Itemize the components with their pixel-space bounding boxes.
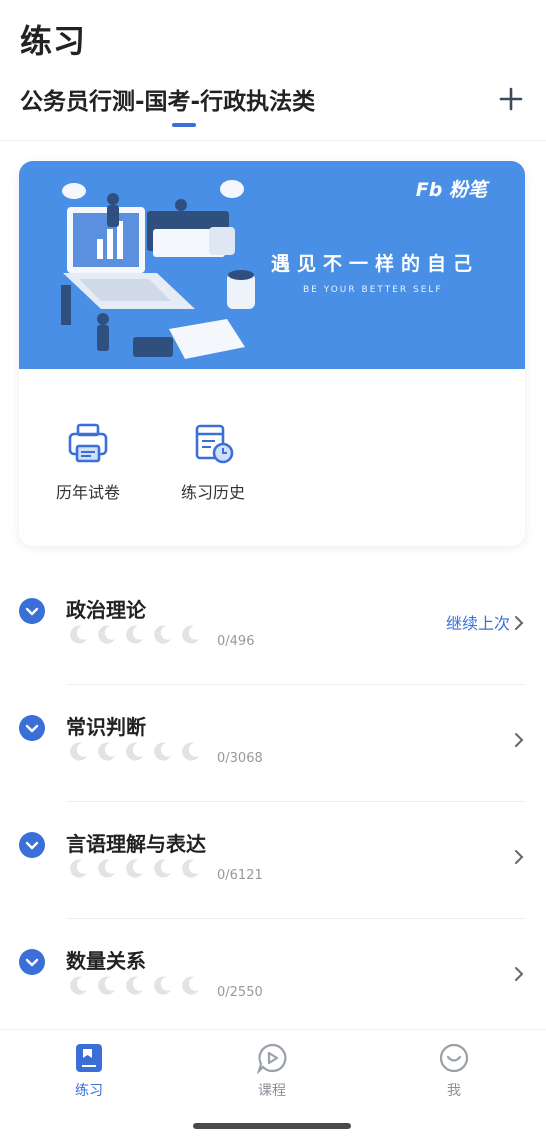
divider (66, 684, 526, 685)
moon-icon (154, 859, 171, 878)
expand-icon[interactable] (19, 598, 45, 624)
moon-icon (182, 742, 199, 761)
section-item[interactable]: 言语理解与表达 0/6121 (0, 832, 546, 949)
moon-icon (98, 976, 115, 995)
brand-logo: Fb 粉笔 (415, 179, 487, 201)
banner-subtitle: BE YOUR BETTER SELF (303, 285, 443, 295)
tab-label: 我 (447, 1083, 461, 1099)
chevron-right-icon[interactable] (512, 731, 526, 749)
moon-icon (70, 859, 87, 878)
history-icon (195, 424, 234, 464)
tab-me[interactable]: 我 (404, 1042, 504, 1100)
tab-courses[interactable]: 课程 (222, 1042, 322, 1100)
divider (66, 918, 526, 919)
moon-icon (70, 976, 87, 995)
progress-moons (67, 858, 207, 880)
progress-moons (67, 741, 207, 763)
printer-icon (68, 423, 108, 463)
moon-icon (70, 625, 87, 644)
practice-card: Fb 粉笔 遇见不一样的自己 BE YOUR BETTER SELF 历年试卷 … (19, 161, 525, 546)
tab-practice[interactable]: 练习 (39, 1042, 139, 1100)
moon-icon (154, 976, 171, 995)
banner-illustration (61, 180, 255, 359)
progress-moons (67, 975, 207, 997)
tab-label: 课程 (258, 1083, 286, 1099)
chevron-right-icon[interactable] (512, 848, 526, 866)
tab-label: 练习 (75, 1083, 103, 1099)
subject-underline (172, 123, 196, 127)
expand-icon[interactable] (19, 832, 45, 858)
moon-icon (126, 625, 143, 644)
moon-icon (154, 625, 171, 644)
page-title: 练习 (20, 22, 87, 60)
question-count: 0/3068 (217, 751, 263, 766)
moon-icon (182, 859, 199, 878)
moon-icon (98, 859, 115, 878)
moon-icon (98, 625, 115, 644)
divider (66, 801, 526, 802)
smile-icon (439, 1043, 469, 1073)
continue-link[interactable]: 继续上次 (446, 610, 510, 634)
moon-icon (182, 976, 199, 995)
quick-action-history[interactable]: 练习历史 (163, 421, 263, 503)
quick-action-past-papers[interactable]: 历年试卷 (38, 421, 138, 503)
section-title: 常识判断 (66, 715, 146, 739)
question-count: 0/6121 (217, 868, 263, 883)
expand-icon[interactable] (19, 949, 45, 975)
moon-icon (126, 742, 143, 761)
quick-action-label: 历年试卷 (55, 483, 120, 502)
add-icon[interactable] (494, 82, 528, 116)
question-count: 0/496 (217, 634, 255, 649)
section-title: 数量关系 (66, 949, 146, 973)
quick-action-label: 练习历史 (180, 483, 245, 502)
book-icon (76, 1044, 102, 1072)
section-title: 政治理论 (66, 598, 146, 622)
moon-icon (126, 859, 143, 878)
moon-icon (154, 742, 171, 761)
progress-moons (67, 624, 207, 646)
moon-icon (98, 742, 115, 761)
section-item[interactable]: 常识判断 0/3068 (0, 715, 546, 832)
section-title: 言语理解与表达 (66, 832, 206, 856)
chevron-right-icon[interactable] (512, 965, 526, 983)
banner[interactable]: Fb 粉笔 遇见不一样的自己 BE YOUR BETTER SELF (19, 161, 525, 369)
home-indicator[interactable] (193, 1123, 351, 1129)
chevron-right-icon[interactable] (512, 614, 526, 632)
moon-icon (70, 742, 87, 761)
divider (0, 140, 546, 141)
banner-title: 遇见不一样的自己 (271, 253, 480, 275)
expand-icon[interactable] (19, 715, 45, 741)
play-icon (256, 1043, 287, 1075)
subject-tab[interactable]: 公务员行测-国考-行政执法类 (20, 82, 315, 116)
moon-icon (126, 976, 143, 995)
question-count: 0/2550 (217, 985, 263, 1000)
moon-icon (182, 625, 199, 644)
section-item[interactable]: 政治理论 0/496 继续上次 (0, 598, 546, 715)
